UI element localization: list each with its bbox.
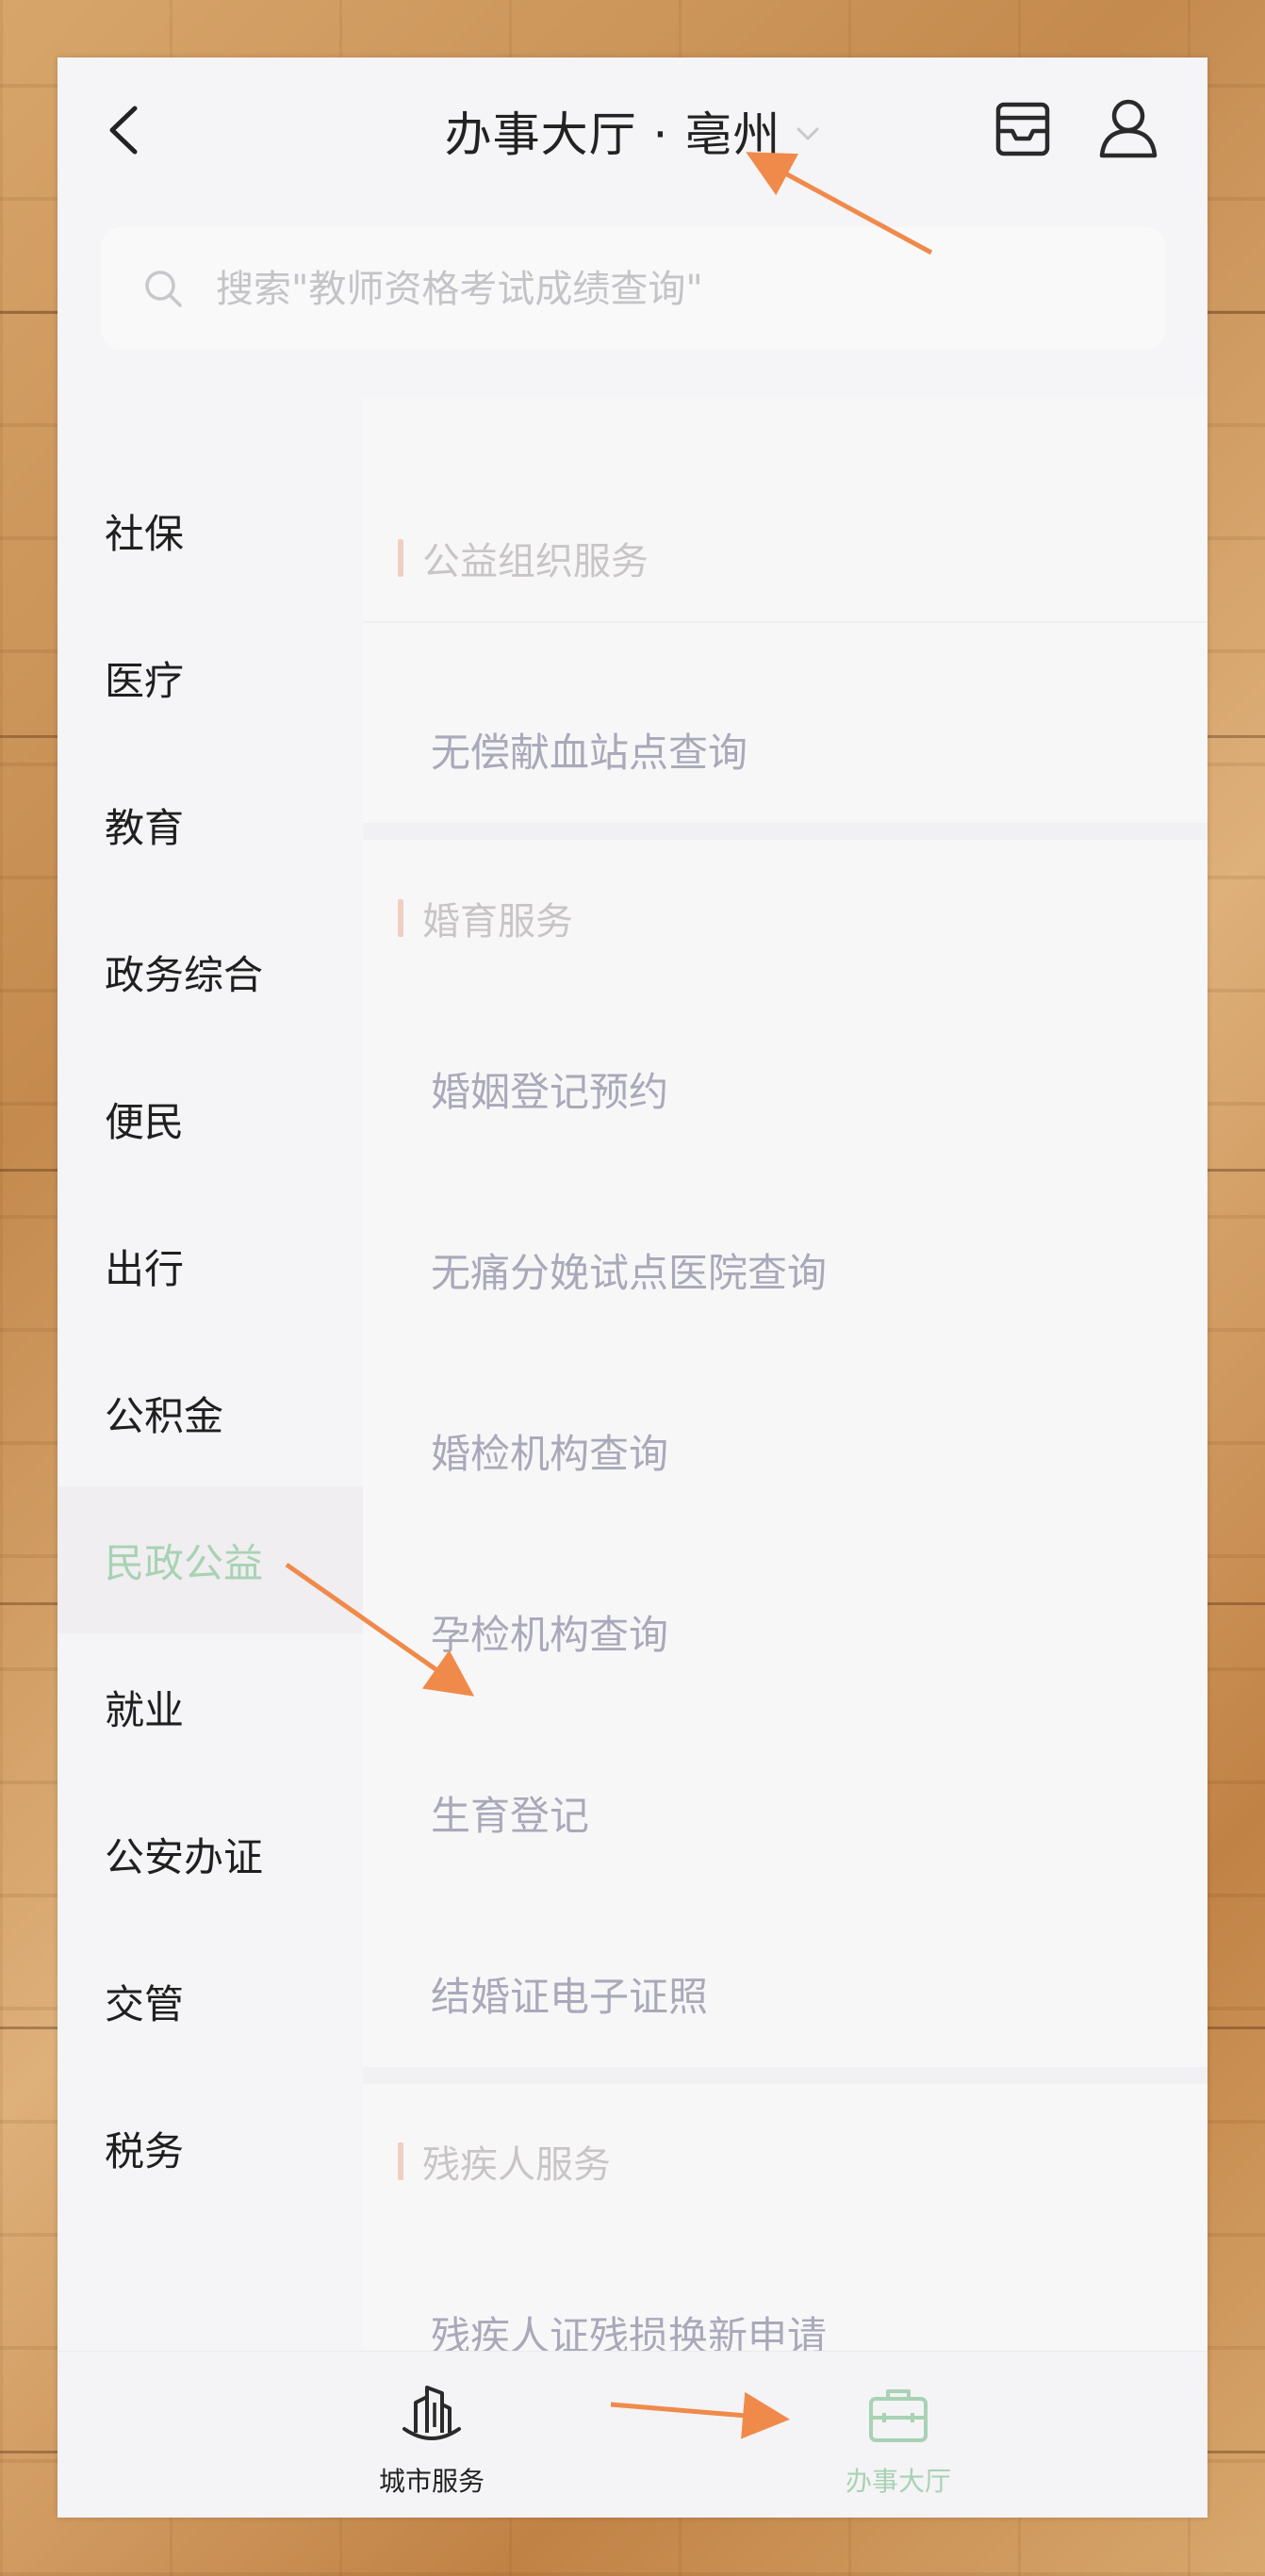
sidebar-item-label: 社保: [105, 510, 185, 557]
sidebar-item-label: 医疗: [105, 657, 185, 704]
sidebar-item-education[interactable]: 教育: [58, 751, 363, 898]
sidebar-item-label: 政务综合: [105, 951, 264, 998]
sidebar-item-label: 民政公益: [105, 1539, 264, 1586]
inbox-icon: [995, 102, 1050, 156]
dropdown-chevron-icon: [797, 127, 819, 140]
city-buildings-icon: [402, 2386, 461, 2440]
sidebar-item-label: 便民: [105, 1098, 185, 1145]
sidebar-item-police-certificates[interactable]: 公安办证: [58, 1780, 363, 1928]
main-body: 社保 医疗 教育 政务综合 便民 出行 公积金 民政公益 就业 公安办证 交管 …: [58, 397, 1208, 2359]
service-list: 公益组织服务 无偿献血站点查询 婚育服务 婚姻登记预约 无痛分娩试点医院查询 婚…: [363, 397, 1208, 2359]
search-icon: [145, 271, 182, 307]
sidebar-item-employment[interactable]: 就业: [58, 1633, 363, 1780]
search-bar[interactable]: [101, 227, 1166, 350]
service-item[interactable]: 结婚证电子证照: [363, 1932, 1208, 2055]
section-title: 残疾人服务: [422, 2143, 611, 2187]
bottom-tab-bar: 城市服务 办事大厅: [58, 2351, 1208, 2518]
tab-label: 办事大厅: [845, 2466, 951, 2497]
sidebar-item-traffic[interactable]: 交管: [58, 1928, 363, 2075]
section-accent-bar: [398, 2142, 403, 2180]
sidebar-item-convenience[interactable]: 便民: [58, 1045, 363, 1192]
divider: [363, 621, 1208, 623]
section-title: 婚育服务: [422, 900, 573, 943]
sidebar-item-label: 教育: [105, 804, 185, 851]
sidebar-item-label: 公安办证: [105, 1833, 264, 1880]
sidebar-item-label: 就业: [105, 1686, 185, 1733]
tab-city-services[interactable]: 城市服务: [290, 2352, 573, 2518]
service-item[interactable]: 婚姻登记预约: [363, 1027, 1208, 1150]
sidebar-item-label: 出行: [105, 1245, 185, 1292]
service-item-label: 婚姻登记预约: [431, 1068, 669, 1115]
section-title: 公益组织服务: [422, 540, 649, 583]
service-item-label: 无痛分娩试点医院查询: [431, 1249, 828, 1296]
service-item[interactable]: 孕检机构查询: [363, 1570, 1208, 1693]
sidebar-item-label: 税务: [105, 2127, 185, 2174]
sidebar-item-housing-fund[interactable]: 公积金: [58, 1339, 363, 1486]
top-bar: 办事大厅 · 亳州: [58, 57, 1208, 199]
section-header: 公益组织服务: [363, 506, 1208, 610]
briefcase-icon: [869, 2389, 928, 2442]
sidebar-item-medical[interactable]: 医疗: [58, 604, 363, 751]
service-item[interactable]: 生育登记: [363, 1751, 1208, 1874]
service-item-label: 婚检机构查询: [431, 1430, 669, 1477]
sidebar-item-label: 公积金: [105, 1392, 224, 1439]
sidebar-item-social-security[interactable]: 社保: [58, 457, 363, 604]
section-accent-bar: [398, 899, 403, 937]
sidebar-item-travel[interactable]: 出行: [58, 1192, 363, 1339]
section-accent-bar: [398, 539, 403, 577]
service-item-label: 结婚证电子证照: [431, 1973, 709, 2020]
search-input[interactable]: [214, 255, 1123, 323]
service-item-label: 生育登记: [431, 1792, 590, 1839]
section-header: 婚育服务: [363, 866, 1208, 970]
inbox-button[interactable]: [988, 93, 1058, 165]
category-sidebar: 社保 医疗 教育 政务综合 便民 出行 公积金 民政公益 就业 公安办证 交管 …: [58, 397, 363, 2355]
phone-screen: 办事大厅 · 亳州 社保: [58, 57, 1208, 2518]
section-gap: [363, 2067, 1208, 2084]
service-item[interactable]: 无痛分娩试点医院查询: [363, 1208, 1208, 1331]
section-gap: [363, 823, 1208, 840]
sidebar-item-civil-affairs[interactable]: 民政公益: [58, 1486, 363, 1633]
service-item[interactable]: 无偿献血站点查询: [363, 688, 1208, 811]
sidebar-item-government-affairs[interactable]: 政务综合: [58, 898, 363, 1045]
profile-button[interactable]: [1092, 93, 1164, 165]
sidebar-item-tax[interactable]: 税务: [58, 2075, 363, 2222]
user-icon: [1099, 99, 1158, 158]
tab-service-hall[interactable]: 办事大厅: [757, 2352, 1040, 2518]
sidebar-item-label: 交管: [105, 1980, 185, 2027]
section-header: 残疾人服务: [363, 2109, 1208, 2213]
page-title: 办事大厅 · 亳州: [444, 107, 781, 162]
service-item-label: 孕检机构查询: [431, 1611, 669, 1658]
service-item[interactable]: 婚检机构查询: [363, 1389, 1208, 1512]
service-item-label: 无偿献血站点查询: [431, 729, 748, 776]
tab-label: 城市服务: [378, 2466, 485, 2497]
